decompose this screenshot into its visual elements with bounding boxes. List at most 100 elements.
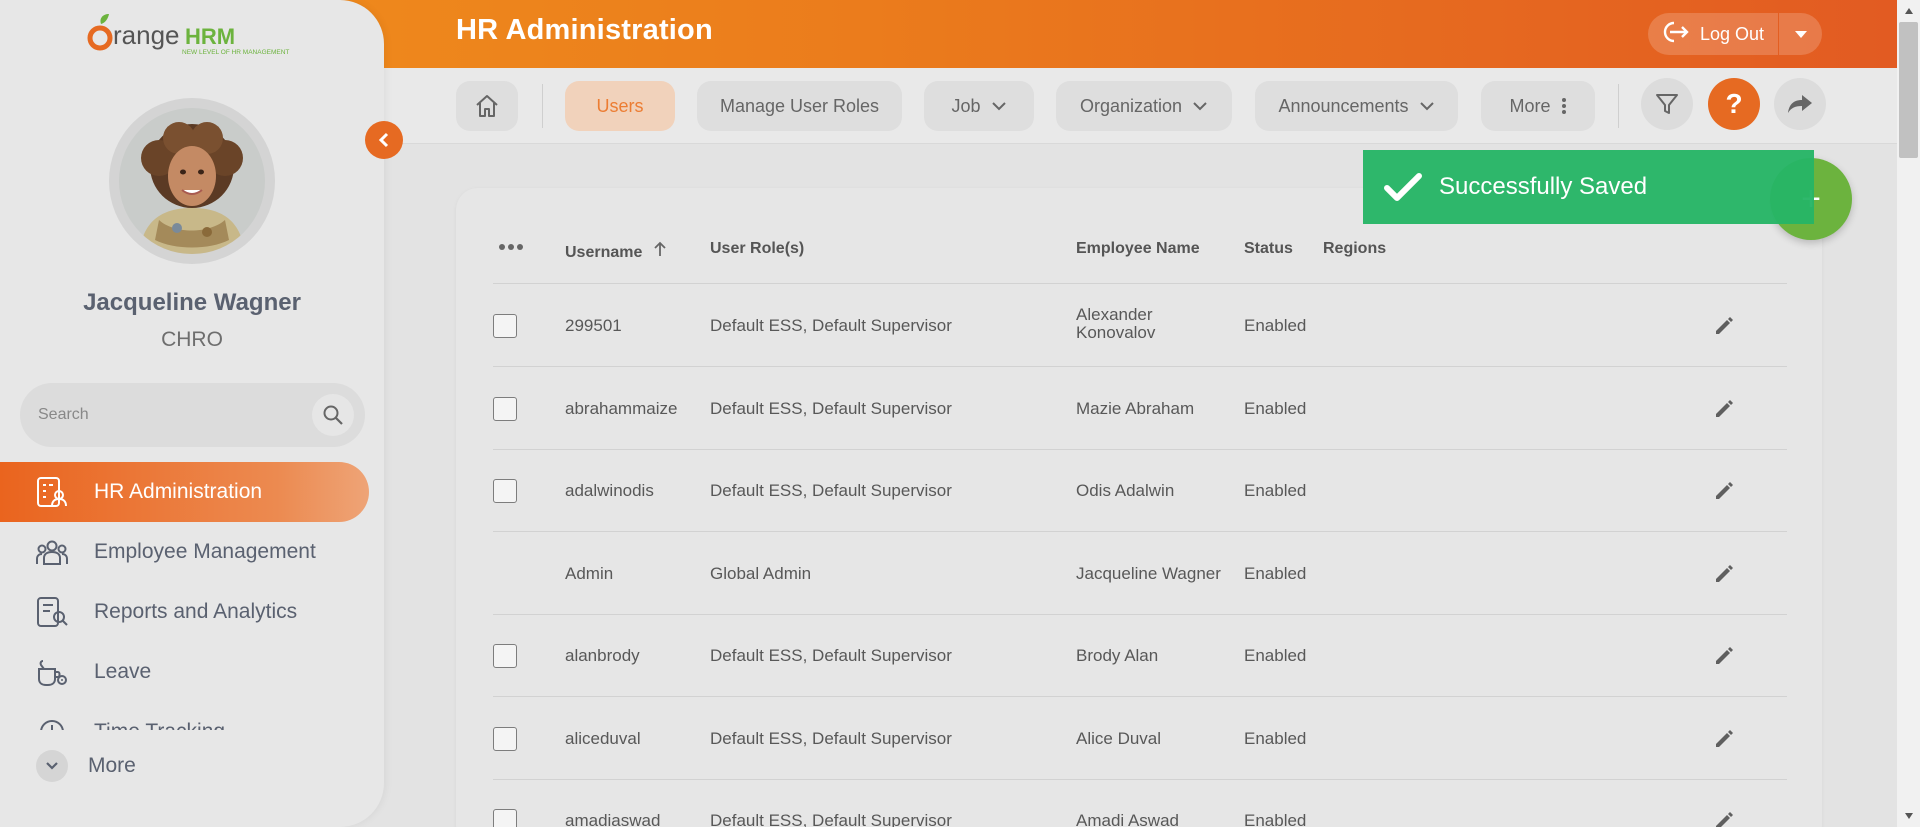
nav-divider: [542, 84, 543, 128]
column-employee-name[interactable]: Employee Name: [1076, 240, 1200, 258]
home-icon: [476, 95, 498, 117]
kebab-menu-icon: [1561, 98, 1566, 114]
edit-user-button[interactable]: [1711, 726, 1737, 752]
collapse-sidebar-button[interactable]: [365, 121, 403, 159]
sidebar-scroll-clip: Time Tracking: [0, 700, 384, 730]
edit-user-button[interactable]: [1711, 313, 1737, 339]
home-button[interactable]: [456, 81, 518, 131]
employee-name-line: Alexander: [1076, 305, 1153, 324]
cell-username: abrahammaize: [565, 399, 678, 418]
tab-more[interactable]: More: [1481, 81, 1595, 131]
user-menu-dropdown[interactable]: [1779, 13, 1822, 55]
search-icon[interactable]: [312, 394, 354, 436]
cell-username: alanbrody: [565, 646, 640, 665]
cell-employee-name: Brody Alan: [1076, 646, 1159, 665]
sidebar-item-leave[interactable]: Leave: [0, 642, 369, 702]
tab-organization-label: Organization: [1079, 95, 1183, 116]
table-row[interactable]: 299501 Default ESS, Default Supervisor Ale…: [493, 285, 1787, 367]
help-button[interactable]: ?: [1708, 78, 1760, 130]
tab-job[interactable]: Job: [924, 81, 1034, 131]
chevron-left-icon: [378, 132, 389, 148]
svg-text:HRM: HRM: [185, 24, 235, 49]
sidebar-item-time-tracking[interactable]: Time Tracking: [0, 702, 369, 730]
row-checkbox[interactable]: [493, 727, 517, 751]
logout-button[interactable]: Log Out: [1648, 13, 1778, 55]
row-checkbox[interactable]: [493, 809, 517, 827]
cell-employee-name: Alice Duval: [1076, 729, 1162, 748]
column-status[interactable]: Status: [1244, 240, 1293, 258]
toast-message: Successfully Saved: [1439, 173, 1648, 200]
cell-username: Admin: [565, 564, 614, 583]
sidebar-item-label: Reports and Analytics: [94, 600, 298, 623]
column-username[interactable]: Username: [565, 240, 667, 262]
bulk-actions-button[interactable]: [498, 238, 524, 256]
tab-announcements[interactable]: Announcements: [1255, 81, 1458, 131]
edit-user-button[interactable]: [1711, 808, 1737, 827]
cell-username: aliceduval: [565, 729, 641, 748]
table-row[interactable]: amadiaswad Default ESS, Default Superviso…: [493, 780, 1787, 827]
cell-employee-name: Mazie Abraham: [1076, 399, 1195, 418]
avatar[interactable]: [109, 98, 275, 264]
tab-organization[interactable]: Organization: [1056, 81, 1232, 131]
pencil-icon: [1716, 482, 1733, 499]
table-row[interactable]: Admin Global Admin Jacqueline Wagner Enable…: [493, 533, 1787, 615]
sidebar-more-button[interactable]: More: [36, 750, 136, 782]
tab-users[interactable]: Users: [565, 81, 675, 131]
clock-icon: [34, 714, 70, 730]
cell-user-roles: Default ESS, Default Supervisor: [710, 811, 952, 827]
row-checkbox[interactable]: [493, 479, 517, 503]
sort-ascending-icon: [654, 241, 666, 256]
sidebar-item-hr-administration[interactable]: HR Administration: [0, 462, 369, 522]
pencil-icon: [1716, 730, 1733, 747]
column-regions[interactable]: Regions: [1323, 240, 1386, 258]
edit-user-button[interactable]: [1711, 643, 1737, 669]
pencil-icon: [1716, 400, 1733, 417]
hr-admin-icon: [34, 474, 70, 510]
logout-label: Log Out: [1700, 23, 1765, 44]
cell-user-roles: Global Admin: [710, 564, 812, 583]
chevron-down-icon: [991, 102, 1006, 111]
chevron-down-icon: [36, 750, 68, 782]
orangehrm-logo: range HRM NEW LEVEL OF HR MANAGEMENT: [86, 12, 296, 58]
cell-user-roles: Default ESS, Default Supervisor: [710, 399, 952, 418]
sidebar: range HRM NEW LEVEL OF HR MANAGEMENT Jac…: [0, 0, 384, 827]
chevron-down-icon: [1419, 102, 1434, 111]
scroll-up-arrow[interactable]: [1899, 2, 1918, 20]
share-button[interactable]: [1774, 78, 1826, 130]
row-checkbox[interactable]: [493, 644, 517, 668]
sidebar-more-label: More: [88, 754, 136, 777]
row-checkbox[interactable]: [493, 314, 517, 338]
scroll-down-arrow[interactable]: [1899, 807, 1918, 825]
svg-text:NEW LEVEL OF HR MANAGEMENT: NEW LEVEL OF HR MANAGEMENT: [182, 49, 289, 56]
edit-user-button[interactable]: [1711, 561, 1737, 587]
profile-photo: [119, 108, 265, 254]
question-icon: ?: [1725, 88, 1743, 119]
cell-user-roles: Default ESS, Default Supervisor: [710, 646, 952, 665]
tab-manage-user-roles[interactable]: Manage User Roles: [697, 81, 902, 131]
edit-user-button[interactable]: [1711, 478, 1737, 504]
table-row[interactable]: alanbrody Default ESS, Default Supervisor…: [493, 615, 1787, 697]
row-checkbox[interactable]: [493, 397, 517, 421]
cell-employee-name: Odis Adalwin: [1076, 481, 1175, 500]
filter-button[interactable]: [1641, 78, 1693, 130]
page-title: HR Administration: [456, 14, 713, 46]
cell-username: 299501: [565, 316, 622, 335]
sidebar-item-label: Leave: [94, 660, 152, 683]
sidebar-search-input[interactable]: [38, 403, 298, 427]
table-row[interactable]: adalwinodis Default ESS, Default Supervis…: [493, 450, 1787, 532]
cell-status: Enabled: [1244, 481, 1307, 500]
leave-icon: [34, 654, 70, 690]
tab-job-label: Job: [951, 95, 981, 116]
tab-announcements-label: Announcements: [1278, 95, 1409, 116]
sidebar-item-reports-and-analytics[interactable]: Reports and Analytics: [0, 582, 369, 642]
table-row[interactable]: abrahammaize Default ESS, Default Supervi…: [493, 368, 1787, 450]
reports-icon: [34, 594, 70, 630]
scrollbar-thumb[interactable]: [1899, 22, 1918, 158]
chevron-down-icon: [1193, 102, 1207, 111]
sidebar-item-label: Time Tracking: [94, 720, 225, 730]
edit-user-button[interactable]: [1711, 396, 1737, 422]
sidebar-item-employee-management[interactable]: Employee Management: [0, 522, 369, 582]
sidebar-search: [20, 383, 365, 447]
table-row[interactable]: aliceduval Default ESS, Default Superviso…: [493, 698, 1787, 780]
column-user-roles[interactable]: User Role(s): [710, 240, 804, 258]
